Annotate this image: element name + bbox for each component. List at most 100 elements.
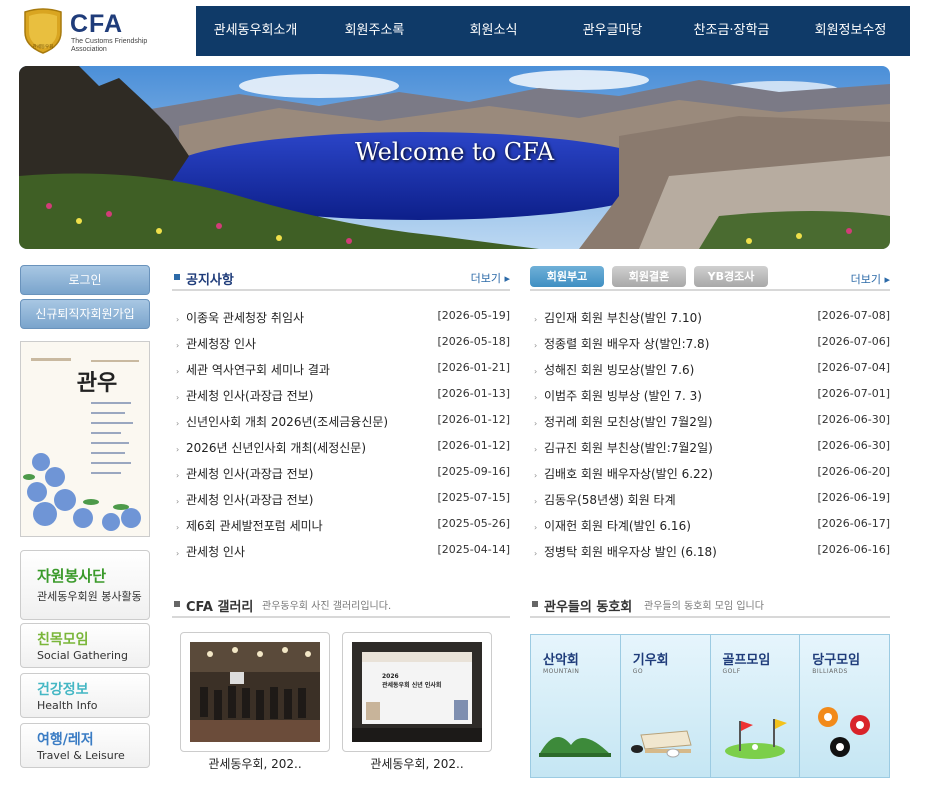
nav-about[interactable]: 관세동우회소개 <box>196 6 315 56</box>
notice-item[interactable]: › 관세청 인사(과장급 전보) [2025-07-15] <box>172 491 510 517</box>
club-name: 당구모임 <box>812 653 861 668</box>
member-news-item[interactable]: › 정병탁 회원 배우자상 발인 (6.18) [2026-06-16] <box>530 543 890 569</box>
join-button[interactable]: 신규퇴직자회원가입 <box>20 299 150 329</box>
tab-yb-events[interactable]: YB경조사 <box>694 266 768 287</box>
notice-item[interactable]: › 관세청 인사 [2025-04-14] <box>172 543 510 569</box>
bullet-icon: › <box>534 497 538 506</box>
tab-obituary[interactable]: 회원부고 <box>530 266 604 287</box>
gallery-caption-1[interactable]: 관세동우회, 202.. <box>180 755 330 772</box>
gallery-header: CFA 갤러리 관우동우회 사진 갤러리입니다. <box>172 592 510 618</box>
gallery-caption-2[interactable]: 관세동우회, 202.. <box>342 755 492 772</box>
volunteer-box[interactable]: 자원봉사단 관세동우회원 봉사활동 <box>20 550 150 620</box>
bullet-icon: › <box>176 367 180 376</box>
bullet-icon: › <box>176 549 180 558</box>
magazine-cover[interactable]: 관우 <box>20 341 150 537</box>
bullet-icon: › <box>176 315 180 324</box>
gallery-title: CFA 갤러리 <box>186 600 254 615</box>
bullet-icon: › <box>534 549 538 558</box>
notice-item[interactable]: › 관세청 인사(과장급 전보) [2025-09-16] <box>172 465 510 491</box>
travel-leisure-subtitle: Travel & Leisure <box>37 749 125 762</box>
notice-section: 공지사항 더보기 ▸ › 이종욱 관세청장 취임사 [2026-05-19] › 관세… <box>172 265 510 569</box>
member-news-item[interactable]: › 이범주 회원 빙부상 (발인 7. 3) [2026-07-01] <box>530 387 890 413</box>
bullet-icon: › <box>534 523 538 532</box>
bullet-icon: › <box>534 315 538 324</box>
member-news-item[interactable]: › 김규진 회원 부친상(발인:7월2일) [2026-06-30] <box>530 439 890 465</box>
nav-member-news[interactable]: 회원소식 <box>434 6 553 56</box>
clubs-subtitle: 관우들의 동호회 모임 입니다 <box>644 601 764 612</box>
member-news-item[interactable]: › 이재헌 회원 타계(발인 6.16) [2026-06-17] <box>530 517 890 543</box>
notice-item[interactable]: › 2026년 신년인사회 개최(세정신문) [2026-01-12] <box>172 439 510 465</box>
club-mountain[interactable]: 산악회 MOUNTAIN <box>531 635 621 777</box>
mountain-icon <box>539 737 611 757</box>
notice-item[interactable]: › 관세청장 인사 [2026-05-18] <box>172 335 510 361</box>
health-info-box[interactable]: 건강정보 Health Info <box>20 673 150 718</box>
hero-banner: Welcome to CFA <box>19 66 890 249</box>
notice-item[interactable]: › 이종욱 관세청장 취임사 [2026-05-19] <box>172 309 510 335</box>
tab-wedding[interactable]: 회원결혼 <box>612 266 686 287</box>
nav-profile-edit[interactable]: 회원정보수정 <box>791 6 910 56</box>
social-gathering-box[interactable]: 친목모임 Social Gathering <box>20 623 150 668</box>
notice-title: 공지사항 <box>186 273 234 288</box>
clubs-header: 관우들의 동호회 관우들의 동호회 모임 입니다 <box>530 592 890 618</box>
notice-item[interactable]: › 제6회 관세발전포럼 세미나 [2025-05-26] <box>172 517 510 543</box>
club-golf[interactable]: 골프모임 GOLF <box>711 635 801 777</box>
magazine-cover-image: 관우 <box>21 342 149 536</box>
left-sidebar: 로그인 신규퇴직자회원가입 관우 자원봉사단 관세동우회원 봉사활동 친목모임 … <box>20 265 150 775</box>
notice-more-link[interactable]: 더보기 ▸ <box>471 270 510 286</box>
gallery-subtitle: 관우동우회 사진 갤러리입니다. <box>262 601 392 612</box>
event-hall-photo <box>190 642 320 742</box>
emblem-seal-text: 관세동우회 <box>33 43 54 50</box>
bullet-icon: › <box>176 497 180 506</box>
member-news-item[interactable]: › 정귀례 회원 모친상(발인 7월2일) [2026-06-30] <box>530 413 890 439</box>
bullet-icon: › <box>176 445 180 454</box>
nav-directory[interactable]: 회원주소록 <box>315 6 434 56</box>
notice-item[interactable]: › 세관 역사연구회 세미나 결과 [2026-01-21] <box>172 361 510 387</box>
clubs-title: 관우들의 동호회 <box>544 600 633 615</box>
member-news-item[interactable]: › 김배호 회원 배우자상(발인 6.22) [2026-06-20] <box>530 465 890 491</box>
social-gathering-subtitle: Social Gathering <box>37 649 128 662</box>
emblem-icon: 관세동우회 <box>24 8 62 54</box>
notice-item[interactable]: › 관세청 인사(과장급 전보) [2026-01-13] <box>172 387 510 413</box>
club-en-name: BILLIARDS <box>812 668 848 675</box>
slide-title: 관세동우회 신년 인사회 <box>382 681 441 689</box>
health-info-title: 건강정보 <box>37 682 89 698</box>
notice-item[interactable]: › 신년인사회 개최 2026년(조세금융신문) [2026-01-12] <box>172 413 510 439</box>
brand-tagline: The Customs Friendship Association <box>71 38 148 53</box>
club-name: 기우회 <box>632 653 669 668</box>
bullet-icon: › <box>176 419 180 428</box>
bullet-icon: › <box>534 341 538 350</box>
gallery-photo-1[interactable] <box>180 632 330 752</box>
notice-header: 공지사항 더보기 ▸ <box>172 265 510 291</box>
member-more-link[interactable]: 더보기 ▸ <box>851 271 890 287</box>
club-en-name: MOUNTAIN <box>543 668 580 675</box>
brand-name: CFA <box>70 10 123 38</box>
header: 관세동우회 CFA The Customs Friendship Associa… <box>0 0 938 62</box>
travel-leisure-box[interactable]: 여행/레저 Travel & Leisure <box>20 723 150 768</box>
site-logo[interactable]: 관세동우회 CFA The Customs Friendship Associa… <box>22 8 182 56</box>
club-billiards[interactable]: 당구모임 BILLIARDS <box>800 635 889 777</box>
member-news-item[interactable]: › 김인재 회원 부친상(발인 7.10) [2026-07-08] <box>530 309 890 335</box>
square-bullet-icon <box>532 601 538 607</box>
member-news-item[interactable]: › 정종렬 회원 배우자 상(발인:7.8) [2026-07-06] <box>530 335 890 361</box>
club-en-name: GOLF <box>722 668 741 675</box>
billiard-balls-icon <box>818 707 871 757</box>
gallery-photo-2[interactable]: 2026 관세동우회 신년 인사회 <box>342 632 492 752</box>
travel-leisure-title: 여행/레저 <box>37 732 94 748</box>
bullet-icon: › <box>534 393 538 402</box>
nav-writing[interactable]: 관우글마당 <box>553 6 672 56</box>
member-news-item[interactable]: › 성해진 회원 빙모상(발인 7.6) [2026-07-04] <box>530 361 890 387</box>
bullet-icon: › <box>176 341 180 350</box>
member-news-item[interactable]: › 김동우(58년생) 회원 타계 [2026-06-19] <box>530 491 890 517</box>
member-tabs: 회원부고 회원결혼 YB경조사 더보기 ▸ <box>530 265 890 291</box>
login-button[interactable]: 로그인 <box>20 265 150 295</box>
club-en-name: GO <box>632 668 644 675</box>
notice-list: › 이종욱 관세청장 취임사 [2026-05-19] › 관세청장 인사 [2026-… <box>172 309 510 569</box>
gallery-section: CFA 갤러리 관우동우회 사진 갤러리입니다. 관세동우회, 202.. 20… <box>172 592 510 782</box>
member-news-list: › 김인재 회원 부친상(발인 7.10) [2026-07-08] › 정종렬 회원… <box>530 309 890 569</box>
bullet-icon: › <box>176 471 180 480</box>
nav-donation[interactable]: 찬조금·장학금 <box>672 6 791 56</box>
clubs-panel: 산악회 MOUNTAIN 기우회 GO 골프모임 GOLF 당구모임 BILLI… <box>530 634 890 778</box>
club-name: 산악회 <box>543 653 579 668</box>
club-go[interactable]: 기우회 GO <box>621 635 711 777</box>
member-news-section: 회원부고 회원결혼 YB경조사 더보기 ▸ › 김인재 회원 부친상(발인 7.1… <box>530 265 890 569</box>
